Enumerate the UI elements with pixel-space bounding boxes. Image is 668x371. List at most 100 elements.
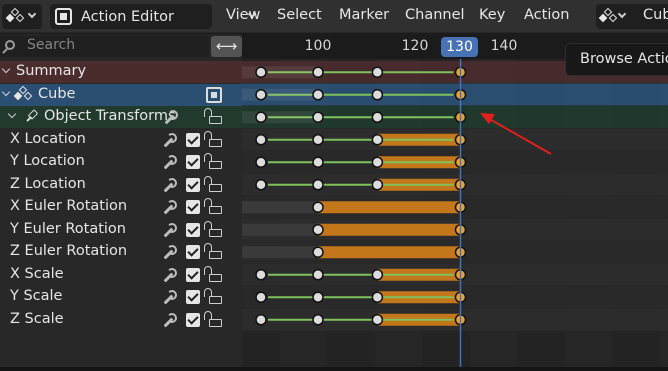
lock-icon[interactable] bbox=[204, 288, 222, 304]
channel-row[interactable]: Y Scale bbox=[0, 286, 242, 308]
channel-row[interactable]: X Location bbox=[0, 129, 242, 151]
lock-icon[interactable] bbox=[204, 130, 222, 147]
channel-row[interactable]: X Euler Rotation bbox=[0, 196, 242, 218]
lock-icon[interactable] bbox=[204, 265, 222, 282]
channel-row[interactable]: Summary bbox=[0, 61, 242, 83]
wrench-icon[interactable] bbox=[163, 222, 177, 237]
channel-label: Cube bbox=[38, 85, 76, 102]
channel-label: X Location bbox=[10, 130, 86, 147]
keyframe-point bbox=[312, 66, 324, 78]
disclosure-triangle-icon[interactable] bbox=[1, 64, 11, 74]
channel-row[interactable]: Z Location bbox=[0, 174, 242, 196]
mute-checkbox[interactable] bbox=[186, 222, 200, 237]
hold-bar bbox=[318, 201, 461, 214]
action-name-field[interactable]: Cub bbox=[643, 7, 668, 23]
keyframe-point bbox=[255, 134, 267, 146]
channel-row[interactable]: Z Scale bbox=[0, 309, 242, 331]
hold-bar bbox=[318, 246, 461, 259]
wrench-icon[interactable] bbox=[163, 155, 177, 169]
menu-action[interactable]: Action bbox=[524, 7, 569, 23]
menu-view[interactable]: View bbox=[226, 7, 260, 23]
wrench-icon[interactable] bbox=[163, 177, 177, 192]
keyframe-point bbox=[371, 314, 384, 326]
mute-checkbox[interactable] bbox=[186, 267, 200, 282]
tooltip: Browse Action bbox=[565, 43, 668, 76]
current-frame-indicator[interactable]: 130 bbox=[441, 37, 478, 57]
hold-shade bbox=[242, 201, 318, 214]
keyframe-point bbox=[255, 156, 267, 168]
wrench-icon[interactable] bbox=[163, 200, 177, 214]
action-editor-icon bbox=[55, 8, 72, 25]
channel-label: Z Euler Rotation bbox=[10, 243, 128, 259]
editor-type-button[interactable] bbox=[2, 4, 42, 29]
lock-icon[interactable] bbox=[204, 108, 222, 124]
keyframe-point bbox=[371, 66, 384, 78]
wrench-icon[interactable] bbox=[163, 245, 177, 259]
keyframe-point bbox=[371, 156, 384, 168]
editor-header: Action Editor View Select Marker Channel… bbox=[0, 0, 668, 33]
menu-marker[interactable]: Marker bbox=[339, 7, 389, 23]
wrench-icon[interactable] bbox=[163, 312, 177, 327]
chevron-down-icon bbox=[617, 9, 627, 19]
channel-label: Z Scale bbox=[10, 310, 64, 327]
wrench-icon[interactable] bbox=[163, 132, 177, 147]
keyframe-point bbox=[312, 246, 324, 258]
keyframe-area[interactable] bbox=[242, 59, 668, 371]
disclosure-triangle-icon[interactable] bbox=[7, 109, 17, 119]
lock-icon[interactable] bbox=[204, 175, 222, 192]
object-mode-icon[interactable] bbox=[206, 86, 222, 103]
channel-row[interactable]: Y Location bbox=[0, 151, 242, 173]
menu-channel[interactable]: Channel bbox=[405, 7, 465, 23]
timeline-region[interactable]: 100 120 140 bbox=[242, 34, 668, 371]
channel-row[interactable]: Y Euler Rotation bbox=[0, 219, 242, 241]
keyframe-point bbox=[312, 224, 324, 236]
mode-select[interactable]: Action Editor bbox=[50, 4, 257, 29]
lock-icon[interactable] bbox=[204, 310, 222, 327]
channel-label: Y Euler Rotation bbox=[10, 220, 126, 237]
wrench-icon[interactable] bbox=[163, 267, 177, 282]
keyframe-point bbox=[371, 291, 384, 303]
menu-key[interactable]: Key bbox=[479, 7, 505, 23]
lock-icon[interactable] bbox=[204, 153, 222, 169]
wrench-icon[interactable] bbox=[163, 290, 177, 304]
ruler-label: 100 bbox=[304, 38, 332, 54]
channel-label: Y Location bbox=[10, 153, 85, 169]
keyframe-point bbox=[371, 111, 384, 123]
mute-checkbox[interactable] bbox=[186, 155, 200, 169]
disclosure-triangle-icon[interactable] bbox=[1, 87, 11, 96]
channel-label: Object Transforms bbox=[44, 108, 176, 124]
channel-row[interactable]: Z Euler Rotation bbox=[0, 241, 242, 263]
search-input[interactable] bbox=[27, 37, 202, 53]
swap-filter-button[interactable]: ⟷ bbox=[211, 36, 242, 57]
row-shade bbox=[242, 111, 319, 124]
browse-action-button[interactable]: Cub bbox=[596, 4, 668, 29]
channel-label: Z Location bbox=[10, 175, 86, 192]
tooltip-text: Browse Action bbox=[580, 51, 668, 67]
keyframe-point bbox=[312, 134, 324, 146]
keyframe-point bbox=[255, 269, 267, 281]
keyframe-point bbox=[371, 179, 384, 191]
search-field[interactable] bbox=[0, 36, 209, 57]
mute-checkbox[interactable] bbox=[186, 290, 200, 304]
dopesheet-keys-icon bbox=[5, 7, 25, 25]
channel-label: Summary bbox=[16, 63, 87, 79]
keyframe-point bbox=[371, 134, 384, 146]
lock-icon[interactable] bbox=[204, 198, 222, 214]
mode-label: Action Editor bbox=[81, 8, 174, 25]
channel-row[interactable]: Object Transforms bbox=[0, 106, 242, 128]
mute-checkbox[interactable] bbox=[186, 177, 200, 192]
keyframe-point bbox=[255, 314, 267, 326]
wrench-icon[interactable] bbox=[164, 110, 178, 124]
keyframe-point bbox=[312, 201, 324, 213]
mute-checkbox[interactable] bbox=[186, 245, 200, 259]
channel-row[interactable]: X Scale bbox=[0, 264, 242, 286]
mute-checkbox[interactable] bbox=[186, 312, 200, 327]
object-keys-icon bbox=[13, 85, 33, 103]
mute-checkbox[interactable] bbox=[186, 200, 200, 214]
menu-select[interactable]: Select bbox=[277, 7, 322, 23]
lock-icon[interactable] bbox=[204, 220, 222, 237]
mute-checkbox[interactable] bbox=[186, 132, 200, 147]
lock-icon[interactable] bbox=[204, 243, 222, 259]
keyframe-point bbox=[312, 314, 324, 326]
channel-row[interactable]: Cube bbox=[0, 83, 242, 106]
